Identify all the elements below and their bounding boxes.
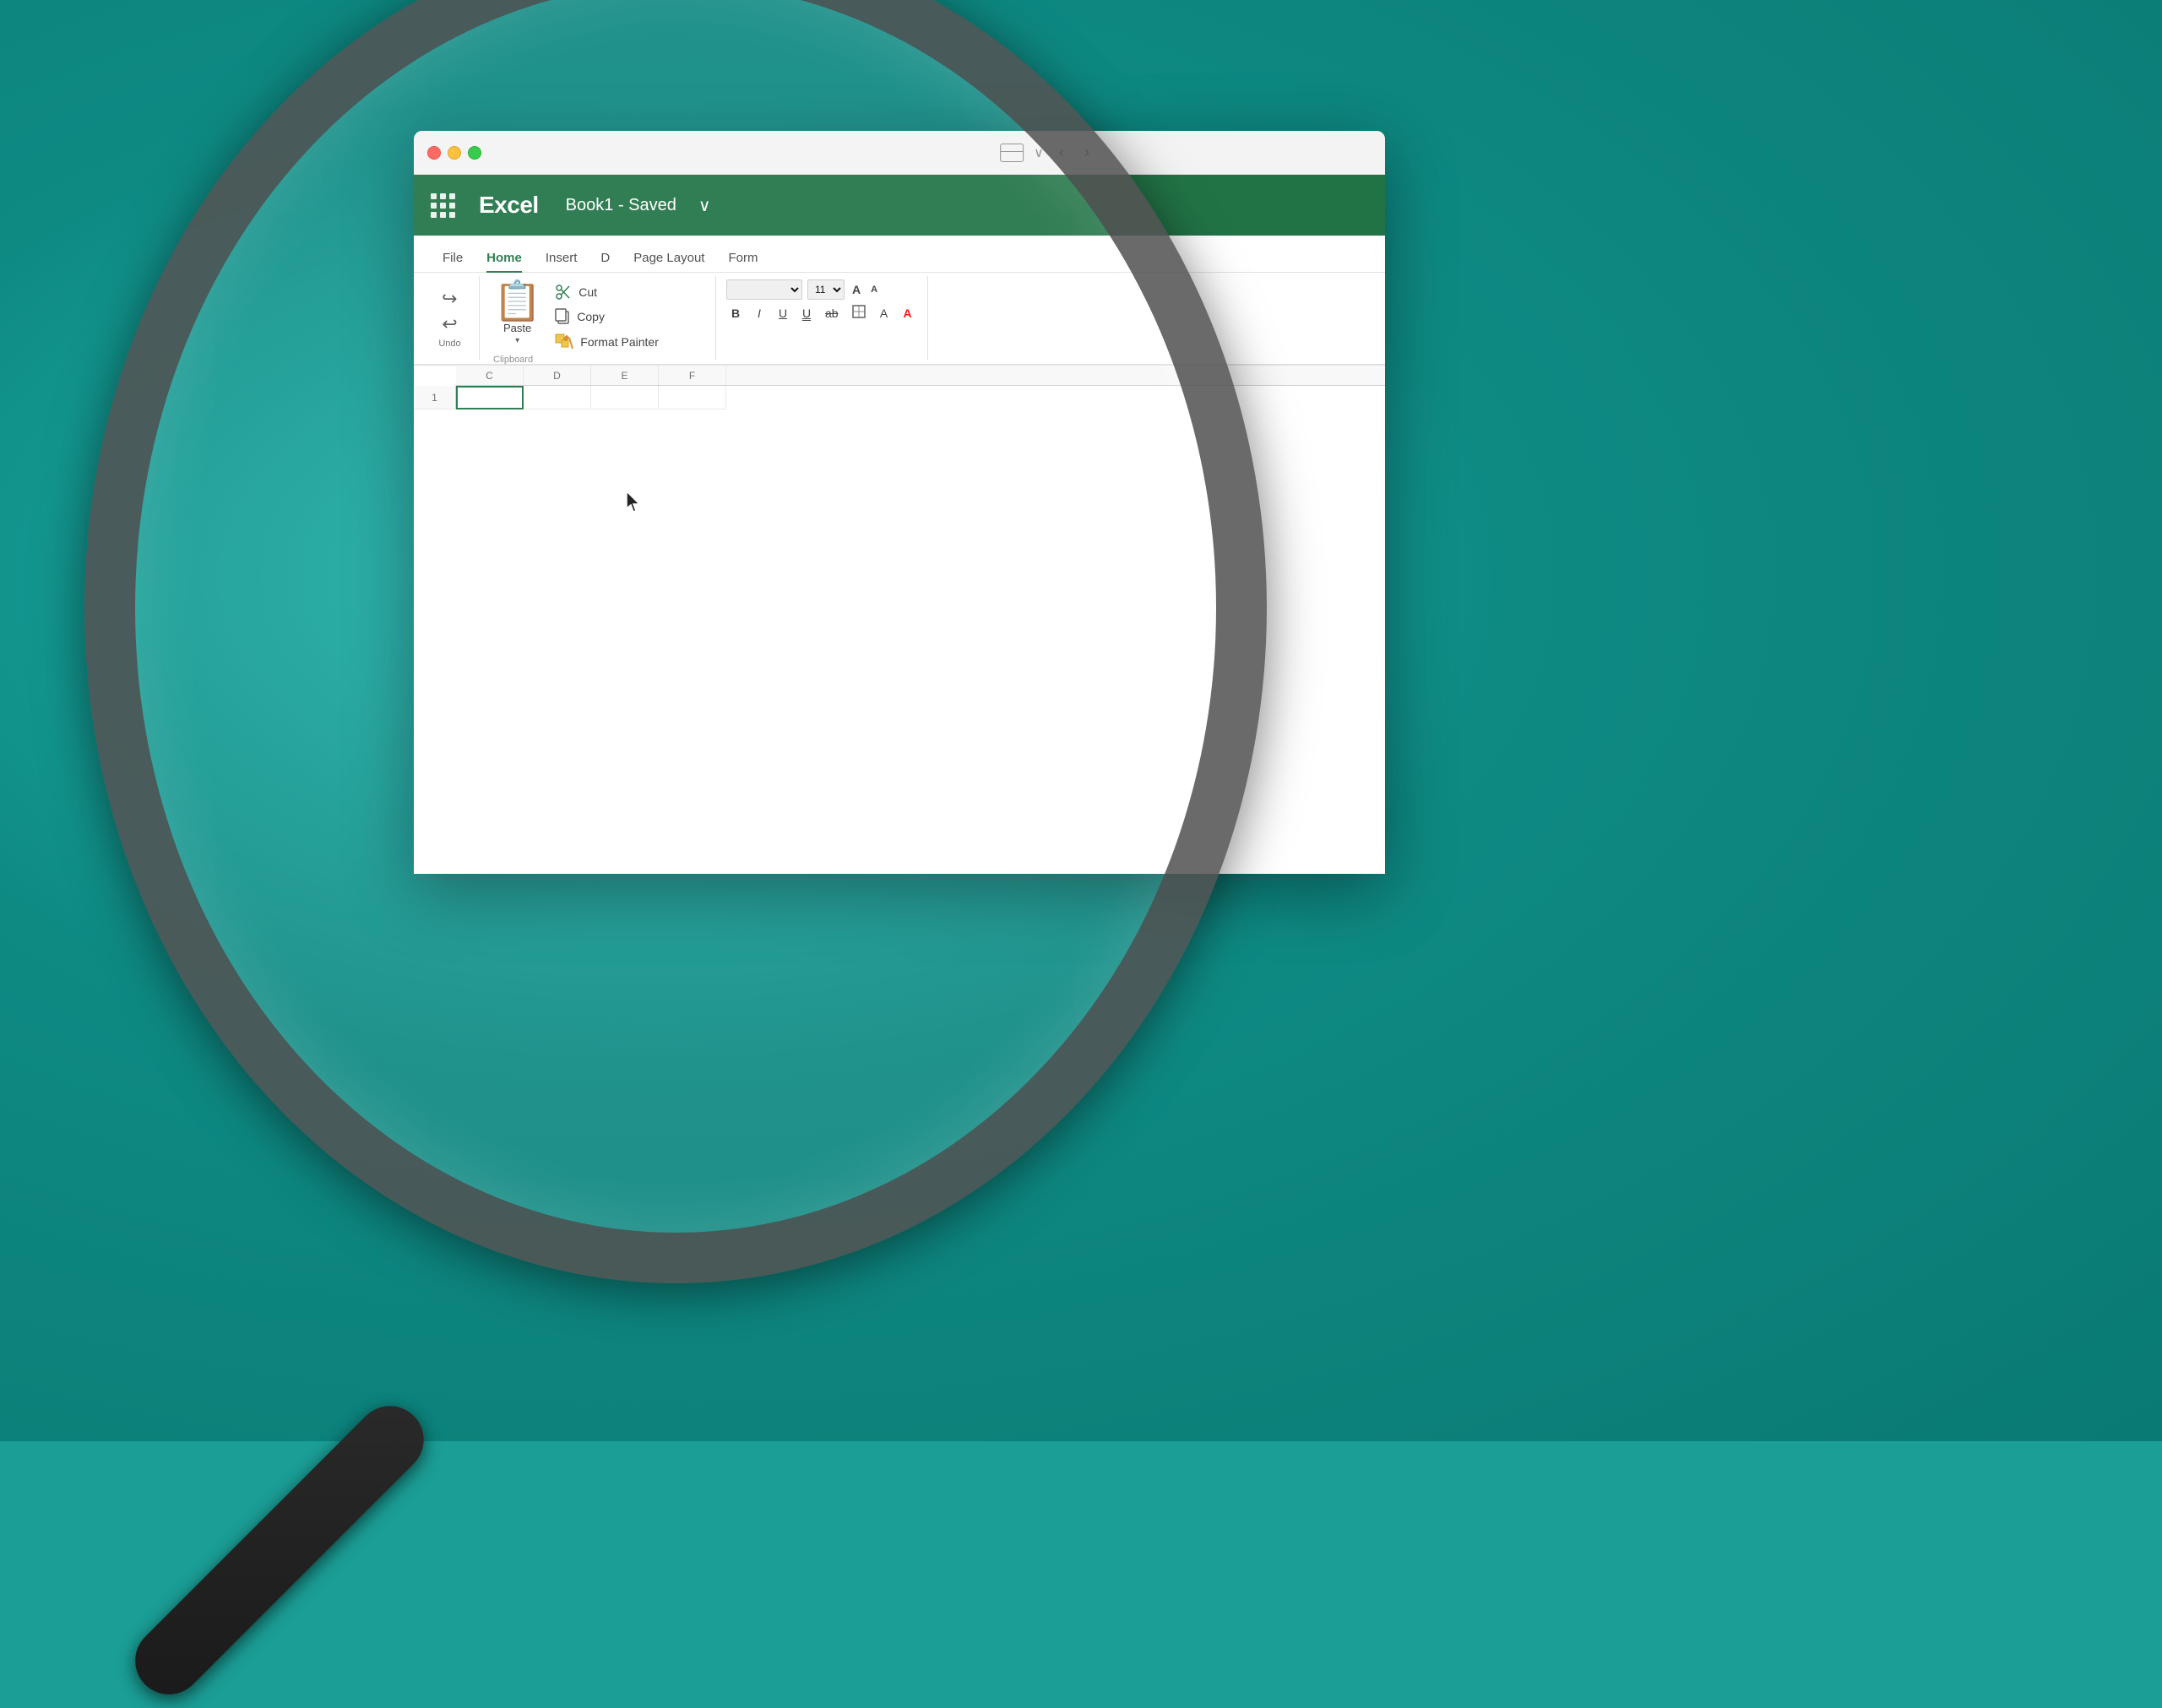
menu-item-page-layout[interactable]: Page Layout	[622, 244, 716, 272]
format-painter-label: Format Painter	[580, 335, 659, 349]
double-underline-button[interactable]: U	[797, 305, 816, 322]
col-header-c: C	[456, 366, 524, 385]
paste-button[interactable]: 📋 Paste ▾	[493, 281, 541, 345]
border-button[interactable]	[848, 303, 870, 323]
grid-dot	[449, 193, 455, 199]
font-size-decrease-button[interactable]: A	[868, 285, 880, 295]
grid-dot	[440, 203, 446, 209]
column-headers: C D E F	[456, 366, 1385, 386]
cut-button[interactable]: Cut	[555, 284, 659, 301]
grid-dot	[449, 203, 455, 209]
app-name: Excel	[479, 192, 539, 219]
doc-title-chevron[interactable]: ∨	[698, 195, 711, 216]
copy-icon	[555, 308, 570, 325]
font-top-controls: 11 A A	[726, 279, 917, 300]
chevron-down-icon[interactable]: ∨	[1034, 144, 1044, 161]
grid-dot	[440, 193, 446, 199]
grid-dot	[431, 193, 437, 199]
menu-item-form[interactable]: Form	[716, 244, 769, 272]
font-bottom-controls: B I U U ab A A	[726, 303, 917, 323]
grid-dot	[440, 212, 446, 218]
clipboard-items: Cut Copy	[555, 281, 659, 353]
menu-item-insert[interactable]: Insert	[534, 244, 589, 272]
font-size-increase-button[interactable]: A	[850, 283, 863, 296]
title-bar-center: ∨ ‹ ›	[1000, 142, 1095, 163]
font-section: 11 A A B I U U ab	[716, 276, 928, 361]
clipboard-top: 📋 Paste ▾	[493, 281, 659, 353]
cell-d1[interactable]	[524, 386, 591, 409]
paste-label: Paste	[503, 322, 531, 334]
clipboard-section-label: Clipboard	[493, 353, 533, 365]
menu-item-d[interactable]: D	[589, 244, 622, 272]
app-grid-icon[interactable]	[431, 193, 455, 218]
grid-dot	[431, 203, 437, 209]
redo-icon[interactable]: ↩	[442, 313, 457, 335]
grid-dot	[431, 212, 437, 218]
col-header-d: D	[524, 366, 591, 385]
cell-c1[interactable]	[456, 386, 524, 409]
ribbon-toolbar: ↩ ↩ Undo 📋 Paste ▾	[414, 273, 1385, 366]
italic-button[interactable]: I	[750, 305, 769, 322]
undo-icon[interactable]: ↩	[442, 288, 457, 310]
paste-icon: 📋	[493, 281, 541, 320]
copy-button[interactable]: Copy	[555, 308, 659, 325]
row-number-1: 1	[414, 386, 455, 409]
forward-button[interactable]: ›	[1079, 142, 1095, 163]
doc-title: Book1 - Saved	[566, 196, 676, 215]
excel-window: ∨ ‹ › Excel Book1 - Saved ∨	[414, 131, 1385, 874]
bold-button[interactable]: B	[726, 305, 745, 322]
col-header-f: F	[659, 366, 726, 385]
font-size-select[interactable]: 11	[807, 279, 845, 300]
col-header-e: E	[591, 366, 659, 385]
cell-e1[interactable]	[591, 386, 659, 409]
paste-dropdown-arrow[interactable]: ▾	[515, 336, 519, 345]
format-painter-icon	[555, 333, 573, 350]
fill-color-button[interactable]: A	[875, 305, 894, 322]
excel-header-bar: Excel Book1 - Saved ∨	[414, 175, 1385, 236]
close-button[interactable]	[427, 146, 441, 160]
minimize-button[interactable]	[448, 146, 461, 160]
undo-label: Undo	[438, 339, 460, 349]
strikethrough-button[interactable]: ab	[821, 305, 843, 322]
window-layout-icon[interactable]	[1000, 144, 1024, 162]
undo-section: ↩ ↩ Undo	[421, 276, 480, 361]
menu-item-file[interactable]: File	[431, 244, 475, 272]
menu-item-home[interactable]: Home	[475, 244, 534, 272]
copy-label: Copy	[577, 310, 605, 323]
clipboard-section: 📋 Paste ▾	[480, 276, 716, 361]
font-color-button[interactable]: A	[899, 305, 917, 322]
grid-dot	[449, 212, 455, 218]
cut-label: Cut	[579, 285, 597, 299]
row-numbers: 1	[414, 386, 456, 409]
underline-button[interactable]: U	[774, 305, 792, 322]
font-family-select[interactable]	[726, 279, 802, 300]
cell-f1[interactable]	[659, 386, 726, 409]
traffic-lights	[427, 146, 481, 160]
maximize-button[interactable]	[468, 146, 481, 160]
back-button[interactable]: ‹	[1054, 142, 1069, 163]
spreadsheet-area: C D E F 1	[414, 366, 1385, 386]
row-1-cells	[456, 386, 726, 409]
border-icon	[852, 305, 866, 318]
scissors-icon	[555, 284, 572, 301]
ribbon-menu: File Home Insert D Page Layout Form	[414, 236, 1385, 273]
title-bar: ∨ ‹ ›	[414, 131, 1385, 175]
format-painter-button[interactable]: Format Painter	[555, 333, 659, 350]
